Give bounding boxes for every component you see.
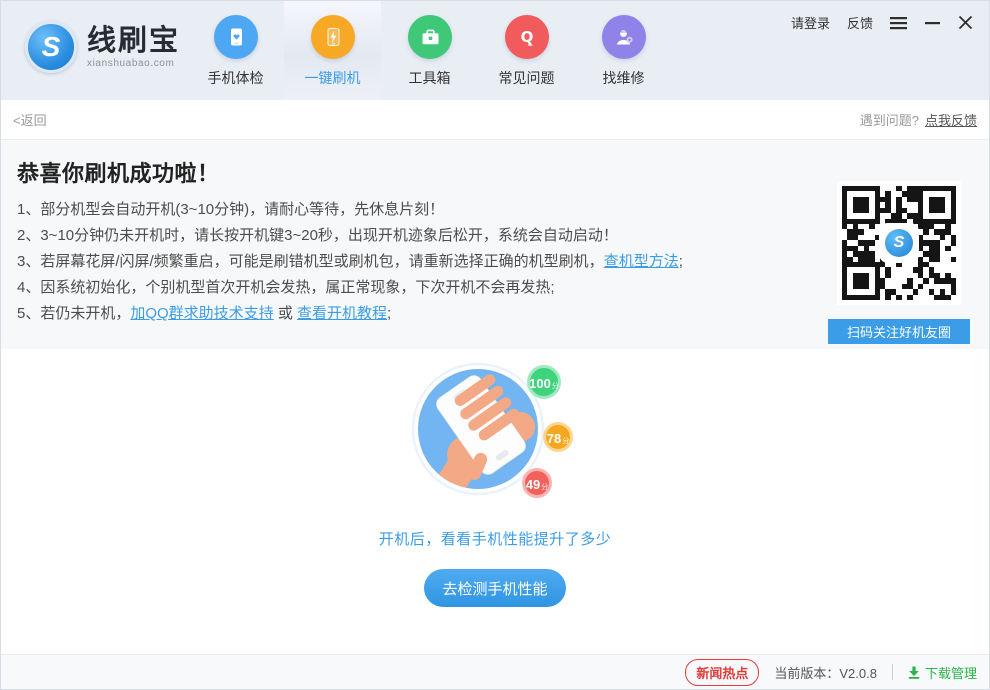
download-manager-link[interactable]: 下载管理 bbox=[908, 663, 977, 682]
brand-domain: xianshuabao.com bbox=[87, 58, 180, 69]
qr-center-logo: S bbox=[881, 225, 917, 261]
issue-hint: 遇到问题? bbox=[860, 110, 919, 129]
nav-item-faq[interactable]: Q 常见问题 bbox=[478, 1, 575, 100]
tip-link[interactable]: 加QQ群求助技术支持 bbox=[130, 305, 273, 322]
close-icon[interactable] bbox=[958, 15, 973, 30]
version-label: 当前版本：V2.0.8 bbox=[774, 663, 877, 682]
toolbox-icon bbox=[408, 15, 452, 59]
score-badge-49: 49分 bbox=[522, 468, 552, 498]
nav-item-label: 一键刷机 bbox=[305, 68, 361, 88]
nav-item-label: 手机体检 bbox=[208, 68, 264, 88]
performance-prompt: 开机后，看看手机性能提升了多少 bbox=[1, 528, 989, 549]
repair-icon bbox=[602, 15, 646, 59]
question-icon: Q bbox=[505, 15, 549, 59]
nav-item-one-key-flash[interactable]: 一键刷机 bbox=[284, 1, 381, 100]
back-link[interactable]: <返回 bbox=[13, 110, 47, 129]
nav-item-phone-checkup[interactable]: 手机体检 bbox=[187, 1, 284, 100]
subheader: <返回 遇到问题? 点我反馈 bbox=[1, 100, 989, 140]
phone-in-hand-illustration: 100分 78分 49分 bbox=[390, 363, 600, 515]
news-hotspot-button[interactable]: 新闻热点 bbox=[685, 659, 759, 686]
check-performance-button[interactable]: 去检测手机性能 bbox=[424, 569, 566, 607]
nav-item-label: 常见问题 bbox=[499, 68, 555, 88]
brand-logo: S 线刷宝 xianshuabao.com bbox=[25, 21, 180, 73]
qr-code: S bbox=[837, 181, 961, 305]
nav-item-label: 工具箱 bbox=[409, 68, 451, 88]
nav-item-label: 找维修 bbox=[603, 68, 645, 88]
minimize-icon[interactable] bbox=[925, 16, 941, 30]
feedback-link[interactable]: 反馈 bbox=[847, 13, 873, 32]
app-window: S 线刷宝 xianshuabao.com 手机体检 bbox=[0, 0, 990, 690]
svg-text:Q: Q bbox=[520, 28, 533, 46]
tip-link[interactable]: 查机型方法 bbox=[604, 253, 679, 270]
main-nav: 手机体检 一键刷机 bbox=[187, 1, 672, 100]
score-badge-78: 78分 bbox=[543, 422, 573, 452]
score-badge-100: 100分 bbox=[527, 365, 561, 399]
footer-divider bbox=[892, 664, 893, 680]
performance-section: 100分 78分 49分 开机后，看看手机性能提升了多少 去检测手机性能 bbox=[1, 363, 989, 670]
qr-caption: 扫码关注好机友圈 bbox=[828, 319, 970, 344]
nav-item-find-repair[interactable]: 找维修 bbox=[575, 1, 672, 100]
issue-feedback-link[interactable]: 点我反馈 bbox=[925, 110, 977, 129]
footer: 新闻热点 当前版本：V2.0.8 下载管理 bbox=[1, 654, 989, 689]
menu-icon[interactable] bbox=[890, 16, 908, 30]
download-icon bbox=[908, 666, 920, 679]
nav-item-toolbox[interactable]: 工具箱 bbox=[381, 1, 478, 100]
phone-flash-icon bbox=[311, 15, 355, 59]
tip-link[interactable]: 查看开机教程 bbox=[297, 305, 387, 322]
login-link[interactable]: 请登录 bbox=[791, 13, 830, 32]
brand-logo-icon: S bbox=[25, 21, 77, 73]
phone-health-icon bbox=[214, 15, 258, 59]
window-controls: 请登录 反馈 bbox=[791, 13, 973, 32]
brand-name: 线刷宝 bbox=[87, 25, 180, 57]
header: S 线刷宝 xianshuabao.com 手机体检 bbox=[1, 1, 989, 100]
flash-success-section: 恭喜你刷机成功啦！ 1、部分机型会自动开机(3~10分钟)，请耐心等待，先休息片… bbox=[1, 140, 989, 349]
